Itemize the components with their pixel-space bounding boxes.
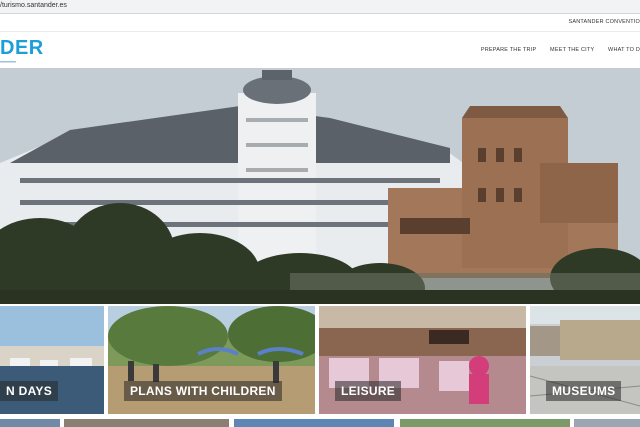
- top-utility-bar: SANTANDER CONVENTIO: [0, 14, 640, 32]
- nav-prepare-the-trip[interactable]: PREPARE THE TRIP: [481, 47, 536, 53]
- tile-museums-label: MUSEUMS: [546, 381, 622, 401]
- hero-image: [0, 68, 640, 304]
- tile-partial-3[interactable]: [234, 419, 394, 427]
- tile-partial-2[interactable]: [64, 419, 229, 427]
- nav-meet-the-city[interactable]: MEET THE CITY: [550, 47, 594, 53]
- logo-tagline-graphic: [0, 61, 16, 63]
- conventions-link[interactable]: SANTANDER CONVENTIO: [568, 19, 640, 25]
- url-text[interactable]: /turismo.santander.es: [0, 2, 67, 9]
- tile-partial-5[interactable]: [574, 419, 640, 427]
- logo-tagline: [0, 60, 20, 65]
- tile-leisure[interactable]: LEISURE: [319, 306, 526, 414]
- site-header: DER PREPARE THE TRIP MEET THE CITY WHAT …: [0, 32, 640, 68]
- tile-museums[interactable]: MUSEUMS: [530, 306, 640, 414]
- browser-address-bar[interactable]: /turismo.santander.es: [0, 0, 640, 14]
- category-tiles: N DAYS PLANS WITH CHILDREN LEISURE MUSEU…: [0, 304, 640, 416]
- tile-plans-with-children-label: PLANS WITH CHILDREN: [124, 381, 282, 401]
- tile-leisure-label: LEISURE: [335, 381, 402, 401]
- tile-days-label: N DAYS: [0, 381, 59, 401]
- nav-what-to-do[interactable]: WHAT TO D: [608, 47, 640, 53]
- tile-partial-1[interactable]: [0, 419, 60, 427]
- tile-days[interactable]: N DAYS: [0, 306, 104, 414]
- site-logo[interactable]: DER: [0, 37, 44, 60]
- next-tiles-row: [0, 417, 640, 427]
- tile-plans-with-children[interactable]: PLANS WITH CHILDREN: [108, 306, 315, 414]
- main-nav: PREPARE THE TRIP MEET THE CITY WHAT TO D: [469, 47, 640, 57]
- tile-partial-4[interactable]: [400, 419, 570, 427]
- palace-illustration: [0, 68, 640, 304]
